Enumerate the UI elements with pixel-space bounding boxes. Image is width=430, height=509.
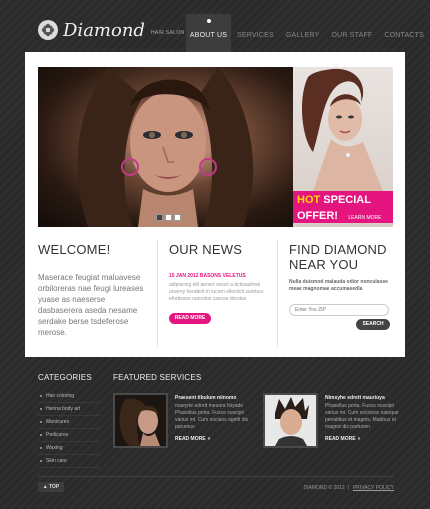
column-divider xyxy=(157,239,158,347)
welcome-title: WELCOME! xyxy=(38,242,111,257)
nav-services[interactable]: SERVICES xyxy=(231,14,280,52)
category-item[interactable]: Manicures xyxy=(38,416,100,429)
find-title: FIND DIAMOND NEAR YOU xyxy=(289,242,390,272)
promo-offer: OFFER! xyxy=(297,210,338,222)
logo[interactable]: Diamond HAIR SALON xyxy=(38,18,184,42)
nav-our-staff[interactable]: OUR STAFF xyxy=(325,14,378,52)
arrow-up-icon: ▲ xyxy=(42,484,48,490)
news-column: OUR NEWS 15 JAN 2012 BASONS VELETUS adip… xyxy=(169,242,269,324)
featured-item-text: maeyrte edrett meuora folyade Phasellus … xyxy=(175,403,249,430)
category-item[interactable]: Waxing xyxy=(38,442,100,455)
categories-title: CATEGORIES xyxy=(38,373,92,382)
news-title: OUR NEWS xyxy=(169,242,243,257)
featured-read-more-link[interactable]: READ MORE» xyxy=(175,436,253,442)
slider-dot[interactable] xyxy=(156,214,163,221)
promo-learn-more-link[interactable]: LEARN MORE xyxy=(348,215,381,221)
back-to-top-button[interactable]: ▲ TOP xyxy=(38,482,64,492)
footer-copyright: DIAMOND © 2012 | PRIVACY POLICY xyxy=(303,485,394,491)
double-chevron-right-icon: » xyxy=(357,436,361,442)
copyright-text: DIAMOND © 2012 xyxy=(303,485,345,491)
find-column: FIND DIAMOND NEAR YOU Nulla duismod mala… xyxy=(289,242,390,330)
featured-services-section: FEATURED SERVICES Praesent tibulum mlnom… xyxy=(113,373,403,448)
promo-special: SPECIAL xyxy=(323,194,371,206)
featured-image[interactable] xyxy=(113,393,168,448)
featured-item-title[interactable]: Nimsyhe edrett mauriuya xyxy=(325,395,403,401)
featured-read-more-label: READ MORE xyxy=(175,436,206,442)
category-item[interactable]: Hair coloring xyxy=(38,390,100,403)
diamond-flower-icon xyxy=(38,20,58,40)
featured-item-title[interactable]: Praesent tibulum mlnomo xyxy=(175,395,253,401)
slider-dot[interactable] xyxy=(174,214,181,221)
featured-image[interactable] xyxy=(263,393,318,448)
find-title-line2: NEAR YOU xyxy=(289,257,359,272)
category-item[interactable]: Henna body art xyxy=(38,403,100,416)
nav-about-us[interactable]: ABOUT US xyxy=(186,14,231,52)
categories-list: Hair coloring Henna body art Manicures P… xyxy=(38,390,100,468)
privacy-policy-link[interactable]: PRIVACY POLICY xyxy=(353,485,394,491)
top-label: TOP xyxy=(49,484,60,490)
hero-slider[interactable] xyxy=(38,67,293,227)
find-title-line1: FIND DIAMOND xyxy=(289,242,387,257)
read-more-button[interactable]: READ MORE xyxy=(169,313,211,324)
categories-section: CATEGORIES Hair coloring Henna body art … xyxy=(38,373,100,468)
category-item[interactable]: Pedicures xyxy=(38,429,100,442)
category-item[interactable]: Skin care xyxy=(38,455,100,468)
search-button[interactable]: SEARCH xyxy=(356,319,390,330)
promo-label: HOT SPECIAL OFFER! LEARN MORE xyxy=(293,191,393,223)
featured-read-more-link[interactable]: READ MORE» xyxy=(325,436,403,442)
footer-divider xyxy=(38,476,394,477)
column-divider xyxy=(277,239,278,347)
welcome-column: WELCOME! Maserace feugiat maluavese orbi… xyxy=(38,242,148,338)
news-date[interactable]: 15 JAN 2012 BASONS VELETUS xyxy=(169,273,269,279)
news-text: adipiscing elit aenert vescit a dctioaul… xyxy=(169,282,264,302)
nav-gallery[interactable]: GALLERY xyxy=(280,14,326,52)
main-nav: ABOUT US SERVICES GALLERY OUR STAFF CONT… xyxy=(186,14,430,52)
hot-offer-banner[interactable]: HOT SPECIAL OFFER! LEARN MORE xyxy=(293,67,393,227)
zip-input[interactable]: Enter You ZIP xyxy=(289,304,389,316)
double-chevron-right-icon: » xyxy=(207,436,211,442)
find-text: Nulla duismod malauda odior nonculasse m… xyxy=(289,279,388,292)
brand-tagline: HAIR SALON xyxy=(150,30,185,36)
footer-separator: | xyxy=(348,485,350,491)
slider-dot[interactable] xyxy=(165,214,172,221)
featured-read-more-label: READ MORE xyxy=(325,436,356,442)
hero-portrait-image xyxy=(77,67,254,227)
content-panel: HOT SPECIAL OFFER! LEARN MORE WELCOME! M… xyxy=(25,52,405,357)
featured-item-text: Phasellus porta. Fusce suscipit varius m… xyxy=(325,403,399,430)
slider-pagination xyxy=(156,214,181,221)
nav-contacts[interactable]: CONTACTS xyxy=(378,14,430,52)
promo-hot: HOT xyxy=(297,194,321,206)
brand-name: Diamond xyxy=(63,19,145,41)
welcome-text: Maserace feugiat maluavese orbiloreras n… xyxy=(38,273,144,337)
featured-title: FEATURED SERVICES xyxy=(113,373,202,382)
